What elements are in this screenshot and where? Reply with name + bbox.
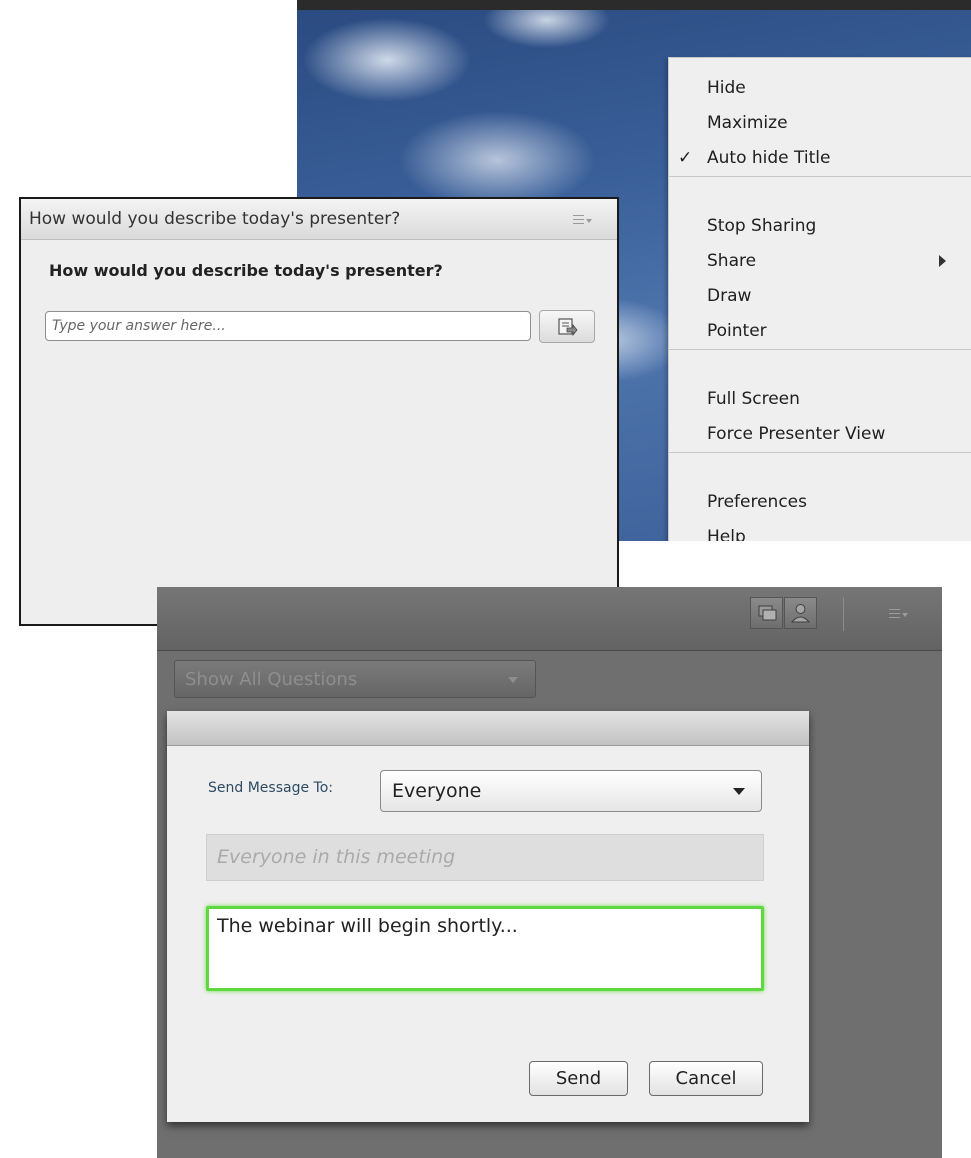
chevron-down-icon <box>733 788 745 795</box>
question-filter-dropdown[interactable]: Show All Questions <box>174 660 536 698</box>
submit-answer-button[interactable] <box>539 310 595 343</box>
menu-item-maximize[interactable]: Maximize <box>707 112 788 134</box>
poll-answer-input[interactable] <box>45 311 531 341</box>
menu-separator <box>669 349 971 350</box>
question-filter-value: Show All Questions <box>185 669 358 690</box>
share-pod-context-menu: Hide Maximize ✓ Auto hide Title Stop Sharing… <box>668 57 971 541</box>
pod-options-icon[interactable] <box>573 215 595 227</box>
pod-options-icon[interactable] <box>889 609 911 621</box>
menu-item-share[interactable]: Share <box>707 250 756 272</box>
chevron-down-icon <box>508 677 518 683</box>
send-button[interactable]: Send <box>529 1061 628 1096</box>
header-divider <box>843 597 844 631</box>
submit-answer-icon <box>558 318 578 336</box>
send-to-value: Everyone <box>392 780 482 802</box>
menu-item-draw[interactable]: Draw <box>707 285 751 307</box>
message-input[interactable] <box>206 906 764 991</box>
send-message-dialog: Send Message To: Everyone Everyone in th… <box>167 711 809 1122</box>
presenter-view-toggle[interactable] <box>750 597 783 629</box>
menu-item-stop-sharing[interactable]: Stop Sharing <box>707 215 816 237</box>
qa-pod-header <box>157 587 942 651</box>
menu-item-pointer[interactable]: Pointer <box>707 320 767 342</box>
share-pod-titlebar <box>297 0 971 10</box>
submenu-arrow-icon <box>939 255 946 267</box>
menu-item-help[interactable]: Help <box>707 526 746 541</box>
poll-pod-header: How would you describe today's presenter… <box>21 199 617 240</box>
menu-separator <box>669 176 971 177</box>
menu-item-auto-hide-title[interactable]: Auto hide Title <box>707 147 830 169</box>
poll-question: How would you describe today's presenter… <box>49 261 443 280</box>
dialog-titlebar <box>167 711 809 746</box>
presenter-view-icon <box>758 605 777 621</box>
menu-item-full-screen[interactable]: Full Screen <box>707 388 800 410</box>
send-to-label: Send Message To: <box>208 780 333 796</box>
participant-view-toggle[interactable] <box>784 597 817 629</box>
poll-pod-title: How would you describe today's presenter… <box>29 209 401 229</box>
menu-item-preferences[interactable]: Preferences <box>707 491 807 513</box>
menu-item-force-presenter-view[interactable]: Force Presenter View <box>707 423 885 445</box>
menu-item-hide[interactable]: Hide <box>707 77 746 99</box>
cancel-button[interactable]: Cancel <box>649 1061 763 1096</box>
checkmark-icon: ✓ <box>678 148 693 168</box>
participant-view-icon <box>790 604 811 623</box>
menu-separator <box>669 452 971 453</box>
recipient-placeholder: Everyone in this meeting <box>217 846 456 868</box>
recipient-field: Everyone in this meeting <box>206 834 764 881</box>
send-to-dropdown[interactable]: Everyone <box>380 770 762 812</box>
poll-pod: How would you describe today's presenter… <box>19 197 619 626</box>
